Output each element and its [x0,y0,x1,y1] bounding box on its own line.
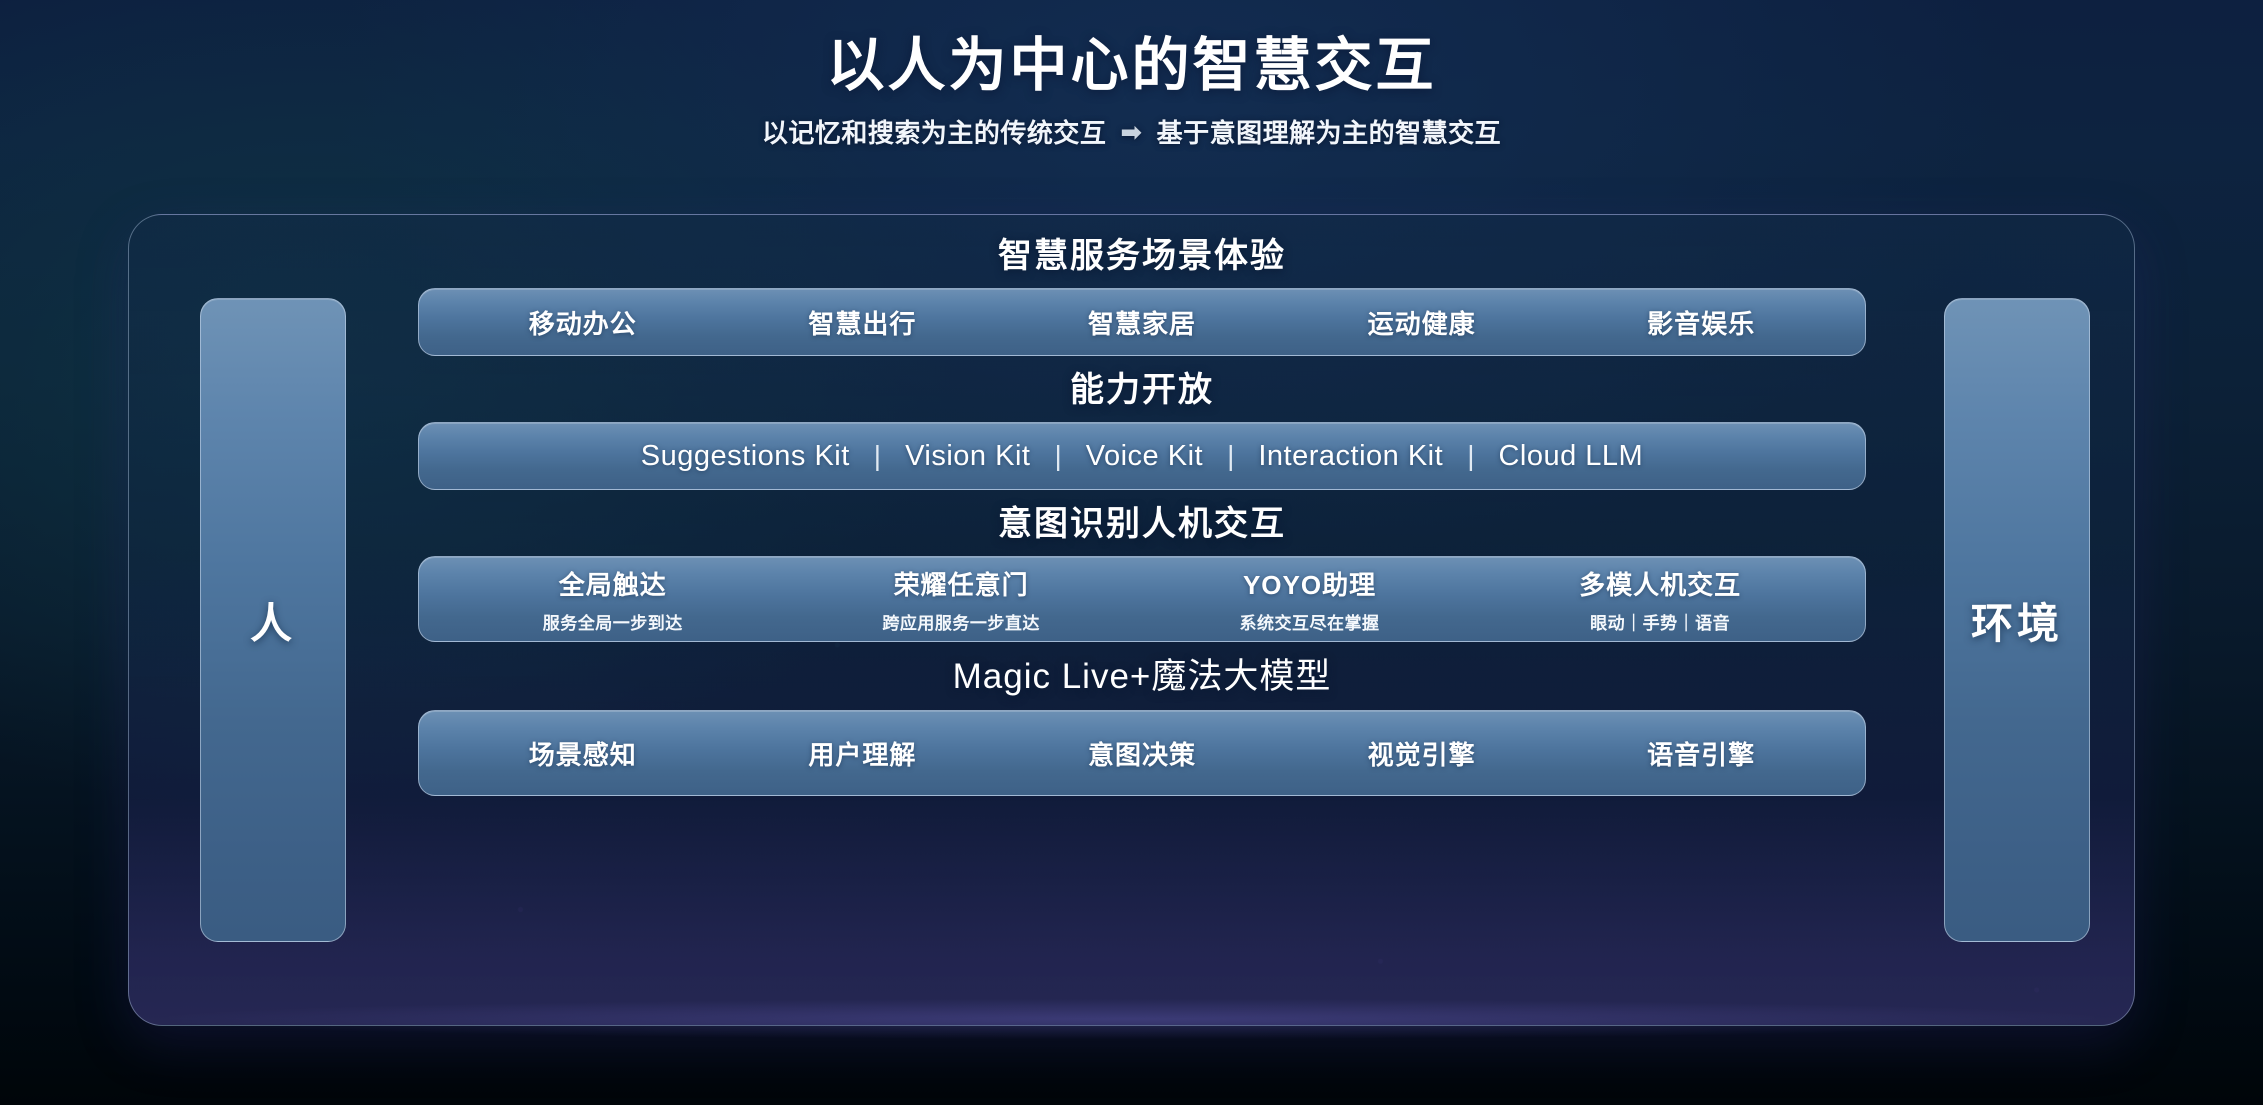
bar-item-subtitle: 跨应用服务一步直达 [882,613,1040,633]
bar-item[interactable]: Vision Kit [905,440,1030,473]
intent-bar: 全局触达 服务全局一步到达 荣耀任意门 跨应用服务一步直达 YOYO助理 系统交… [418,556,1866,642]
section-title: 智慧服务场景体验 [998,237,1286,275]
capability-bar: Suggestions Kit | Vision Kit | Voice Kit… [418,422,1866,490]
section-scenario-experience: 智慧服务场景体验 移动办公 智慧出行 智慧家居 运动健康 影音娱乐 [418,228,1866,356]
bar-item[interactable]: 荣耀任意门 跨应用服务一步直达 [882,565,1040,634]
pillar-person-label: 人 [249,599,296,647]
slide-canvas: 以人为中心的智慧交互 以记忆和搜索为主的传统交互 ➡ 基于意图理解为主的智慧交互… [0,0,2263,1105]
pillar-environment: 环境 [1944,298,2090,942]
bar-item[interactable]: Interaction Kit [1258,440,1443,473]
header: 以人为中心的智慧交互 以记忆和搜索为主的传统交互 ➡ 基于意图理解为主的智慧交互 [0,33,2263,150]
subtitle-after-text: 基于意图理解为主的智慧交互 [1156,117,1502,148]
separator: | [1227,440,1235,471]
subtitle-before-text: 以记忆和搜索为主的传统交互 [761,117,1107,148]
bar-item[interactable]: 视觉引擎 [1368,735,1476,772]
pillar-person: 人 [200,298,346,942]
bar-item[interactable]: 运动健康 [1368,304,1476,341]
bar-item[interactable]: 影音娱乐 [1647,304,1755,341]
bar-item[interactable]: Cloud LLM [1498,440,1643,473]
section-intent-interaction: 意图识别人机交互 全局触达 服务全局一步到达 荣耀任意门 跨应用服务一步直达 Y… [418,496,1866,642]
separator: | [1467,440,1475,471]
section-magic-live: Magic Live+魔法大模型 场景感知 用户理解 意图决策 视觉引擎 语音引… [418,648,1866,796]
bar-item[interactable]: 语音引擎 [1647,735,1755,772]
layer-stack: 智慧服务场景体验 移动办公 智慧出行 智慧家居 运动健康 影音娱乐 能力开放 S… [418,228,1866,802]
section-capability-open: 能力开放 Suggestions Kit | Vision Kit | Voic… [418,362,1866,490]
bar-item[interactable]: 用户理解 [808,735,916,772]
scenario-bar: 移动办公 智慧出行 智慧家居 运动健康 影音娱乐 [418,288,1866,356]
bar-item-title: 多模人机交互 [1579,569,1742,600]
bar-item[interactable]: 移动办公 [529,304,637,341]
bar-item-title: 荣耀任意门 [893,569,1029,600]
bar-item-subtitle: 眼动｜手势｜语音 [1590,613,1731,633]
bar-item[interactable]: 全局触达 服务全局一步到达 [543,565,683,634]
separator: | [873,440,882,471]
right-arrow-icon: ➡ [1120,117,1143,148]
bar-item[interactable]: 场景感知 [529,735,637,772]
bar-item[interactable]: Voice Kit [1086,440,1203,473]
bar-item[interactable]: YOYO助理 系统交互尽在掌握 [1240,565,1380,634]
section-title: 意图识别人机交互 [998,505,1286,543]
pillar-environment-label: 环境 [1970,599,2063,647]
magic-live-bar: 场景感知 用户理解 意图决策 视觉引擎 语音引擎 [418,710,1866,796]
page-title: 以人为中心的智慧交互 [826,33,1437,98]
bar-item-title: 全局触达 [558,569,667,600]
bar-item-title: YOYO助理 [1242,569,1377,600]
bar-item[interactable]: 多模人机交互 眼动｜手势｜语音 [1579,565,1741,634]
section-title: 能力开放 [1070,371,1214,409]
bar-item[interactable]: Suggestions Kit [641,440,850,473]
separator: | [1054,440,1062,471]
bar-item-subtitle: 服务全局一步到达 [542,613,683,633]
bar-item[interactable]: 意图决策 [1088,735,1196,772]
bar-item[interactable]: 智慧出行 [808,304,916,341]
bar-item[interactable]: 智慧家居 [1088,304,1196,341]
section-title: Magic Live+魔法大模型 [952,657,1332,696]
subtitle: 以记忆和搜索为主的传统交互 ➡ 基于意图理解为主的智慧交互 [0,113,2263,150]
bar-item-subtitle: 系统交互尽在掌握 [1239,613,1380,633]
